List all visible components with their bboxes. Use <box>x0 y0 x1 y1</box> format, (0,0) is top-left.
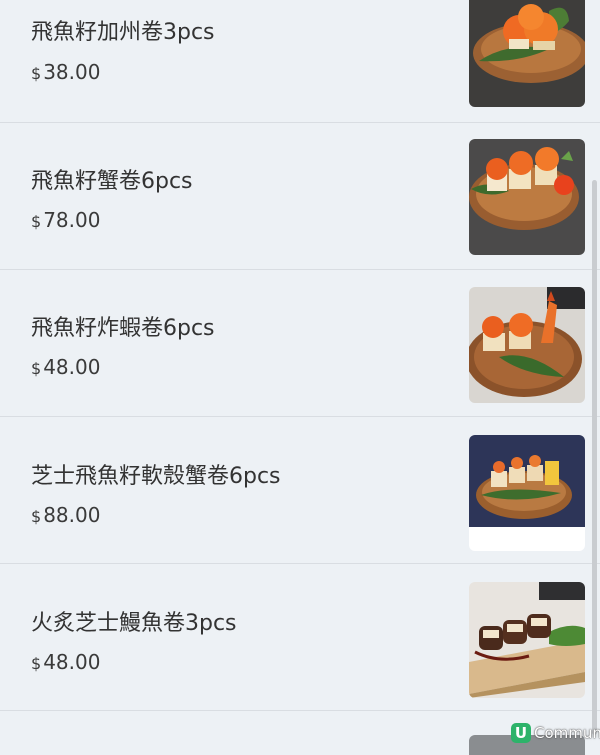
currency-symbol: $ <box>31 654 42 673</box>
item-name: 飛魚籽炸蝦卷6pcs <box>31 316 215 341</box>
item-photo[interactable] <box>469 582 585 698</box>
price-value: 38.00 <box>43 60 101 84</box>
price-value: 48.00 <box>43 650 101 674</box>
item-name: 芝士飛魚籽軟殼蟹卷6pcs <box>31 464 281 489</box>
item-price: $78.00 <box>31 208 100 232</box>
u-logo-icon: U <box>511 723 531 743</box>
currency-symbol: $ <box>31 359 42 378</box>
item-price: $38.00 <box>31 60 100 84</box>
item-photo[interactable] <box>469 287 585 403</box>
item-name: 飛魚籽蟹卷6pcs <box>31 169 193 194</box>
community-watermark: U Community <box>511 722 600 744</box>
item-name: 飛魚籽加州卷3pcs <box>31 20 215 45</box>
menu-item[interactable]: 飛魚籽加州卷3pcs $38.00 <box>0 0 600 123</box>
watermark-text: Community <box>534 724 600 742</box>
menu-item[interactable]: 飛魚籽炸蝦卷6pcs $48.00 <box>0 270 600 417</box>
currency-symbol: $ <box>31 64 42 83</box>
price-value: 48.00 <box>43 355 101 379</box>
item-price: $48.00 <box>31 355 100 379</box>
scrollbar[interactable] <box>592 180 597 735</box>
price-value: 78.00 <box>43 208 101 232</box>
menu-item[interactable]: 飛魚籽蟹卷6pcs $78.00 <box>0 123 600 270</box>
item-photo[interactable] <box>469 435 585 551</box>
item-photo[interactable] <box>469 0 585 107</box>
item-photo[interactable] <box>469 139 585 255</box>
menu-list: 飛魚籽加州卷3pcs $38.00 飛魚籽蟹卷6pcs $78.00 飛魚籽炸蝦… <box>0 0 600 711</box>
menu-item[interactable]: 火炙芝士鰻魚卷3pcs $48.00 <box>0 564 600 711</box>
price-value: 88.00 <box>43 503 101 527</box>
currency-symbol: $ <box>31 507 42 526</box>
item-name: 火炙芝士鰻魚卷3pcs <box>31 611 237 636</box>
menu-item[interactable]: 芝士飛魚籽軟殼蟹卷6pcs $88.00 <box>0 417 600 564</box>
item-price: $88.00 <box>31 503 100 527</box>
currency-symbol: $ <box>31 212 42 231</box>
item-price: $48.00 <box>31 650 100 674</box>
